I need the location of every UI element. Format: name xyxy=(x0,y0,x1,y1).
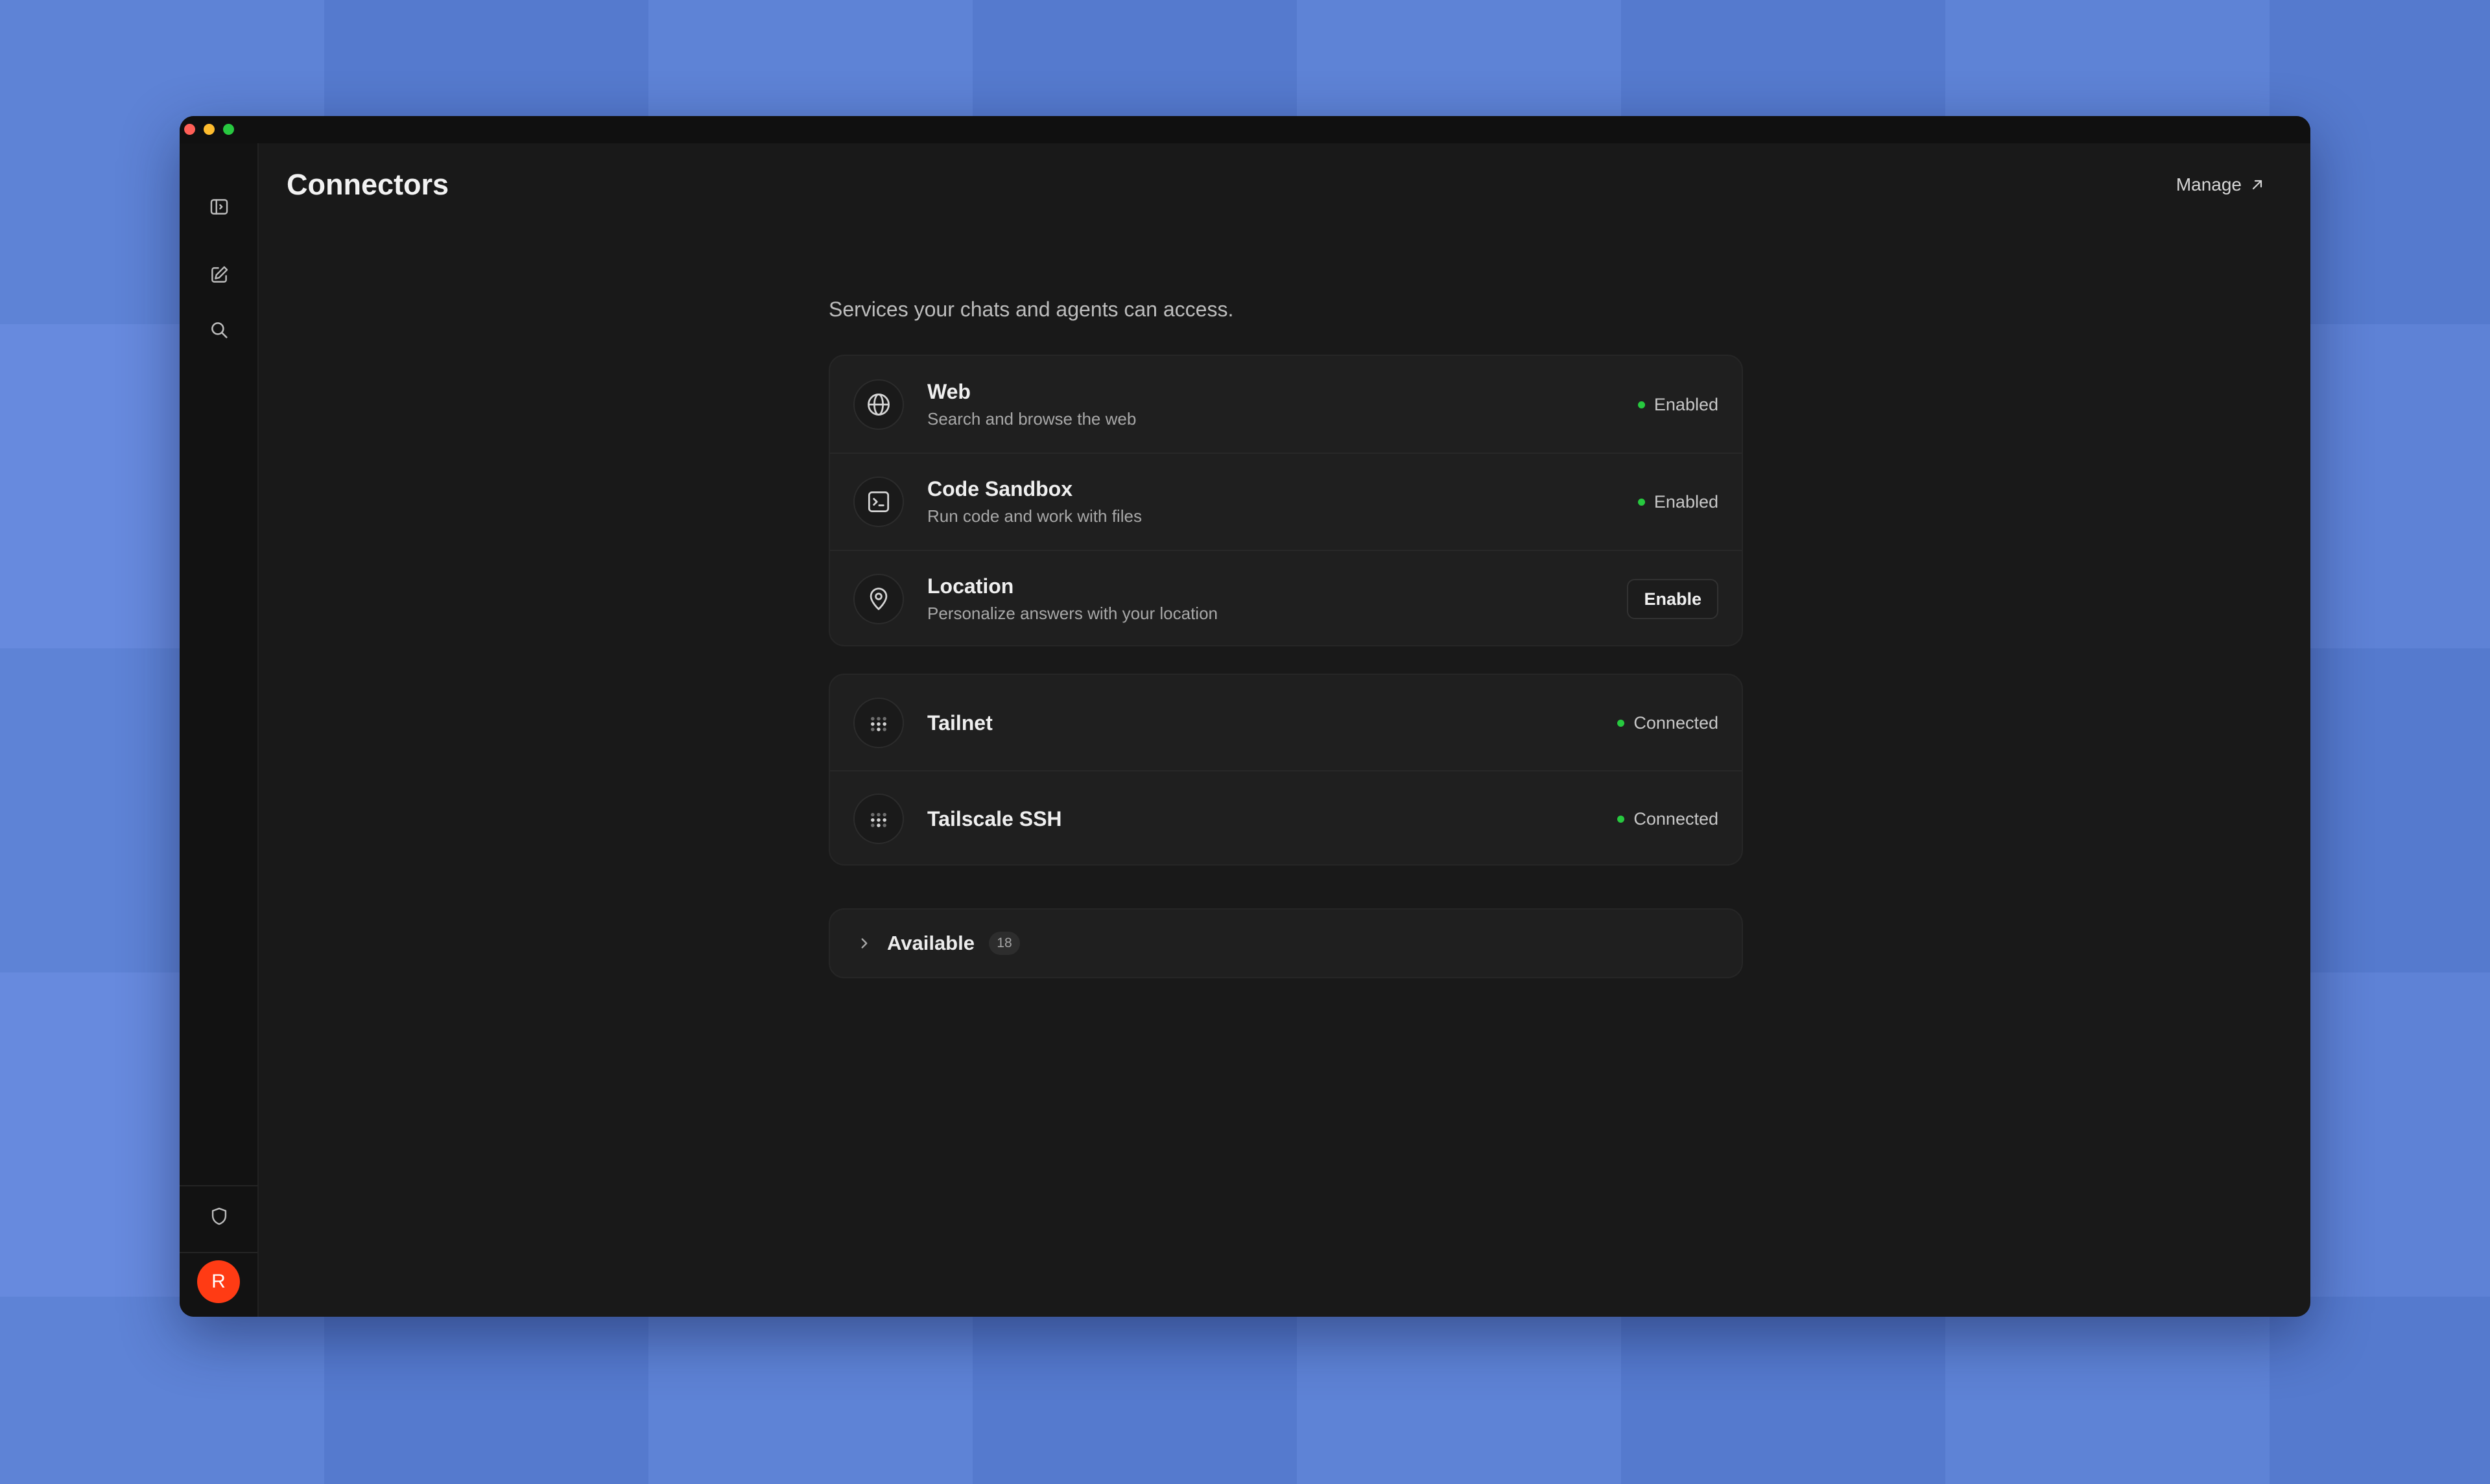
available-count-badge: 18 xyxy=(988,932,1020,955)
manage-link[interactable]: Manage xyxy=(2176,174,2265,195)
sidebar-icon xyxy=(210,199,228,215)
enable-location-button[interactable]: Enable xyxy=(1627,579,1718,619)
connector-icon-badge xyxy=(853,794,904,844)
sidebar-divider xyxy=(180,1252,257,1253)
connector-title: Web xyxy=(927,380,971,403)
status-label: Enabled xyxy=(1654,491,1718,512)
connector-title: Tailscale SSH xyxy=(927,807,1062,830)
search-icon xyxy=(211,322,228,338)
tailscale-icon xyxy=(871,716,886,731)
status-badge: Connected xyxy=(1617,809,1718,829)
connector-icon-badge xyxy=(853,379,904,430)
connector-title: Code Sandbox xyxy=(927,477,1073,501)
close-window-button[interactable] xyxy=(184,124,195,135)
status-badge: Enabled xyxy=(1637,491,1718,512)
status-dot xyxy=(1617,815,1625,823)
page-subtitle: Services your chats and agents can acces… xyxy=(829,298,1234,321)
title-bar xyxy=(180,116,2310,143)
status-label: Connected xyxy=(1633,808,1718,829)
search-button[interactable] xyxy=(201,312,237,348)
minimize-window-button[interactable] xyxy=(204,124,215,135)
connector-icon-badge xyxy=(853,574,904,624)
status-badge: Enabled xyxy=(1637,394,1718,415)
globe-icon xyxy=(868,394,890,416)
shield-icon xyxy=(211,1207,227,1225)
privacy-button[interactable] xyxy=(201,1198,237,1234)
terminal-icon xyxy=(868,491,890,513)
connector-row-code-sandbox[interactable]: Code Sandbox Run code and work with file… xyxy=(830,453,1742,550)
connector-description: Personalize answers with your location xyxy=(927,604,1218,623)
zoom-window-button[interactable] xyxy=(223,124,234,135)
status-dot xyxy=(1637,401,1645,408)
built-in-connectors-card: Web Search and browse the web Enabled Co… xyxy=(829,355,1743,646)
location-pin-icon xyxy=(870,587,888,610)
new-chat-button[interactable] xyxy=(201,257,237,293)
connector-icon-badge xyxy=(853,698,904,748)
arrow-up-right-icon xyxy=(2252,180,2262,190)
edit-icon xyxy=(211,266,228,283)
available-label: Available xyxy=(887,932,975,954)
manage-label: Manage xyxy=(2176,174,2242,194)
sidebar-divider xyxy=(180,1185,257,1186)
connector-row-tailscale-ssh[interactable]: Tailscale SSH Connected xyxy=(830,771,1742,864)
tailscale-icon xyxy=(871,812,886,827)
connector-row-web[interactable]: Web Search and browse the web Enabled xyxy=(830,356,1742,453)
connector-title: Tailnet xyxy=(927,711,993,735)
toggle-sidebar-button[interactable] xyxy=(201,189,237,225)
app-window: R Connectors Manage Services your chats … xyxy=(180,116,2310,1317)
available-toggle[interactable]: Available 18 xyxy=(856,910,1020,977)
connector-text: Code Sandbox Run code and work with file… xyxy=(927,476,1142,528)
available-connectors-card[interactable]: Available 18 xyxy=(829,908,1743,978)
status-dot xyxy=(1617,719,1625,727)
chevron-right-icon xyxy=(861,938,868,948)
connector-row-tailnet[interactable]: Tailnet Connected xyxy=(830,675,1742,771)
status-dot xyxy=(1637,498,1645,506)
connector-title: Location xyxy=(927,574,1014,598)
connector-text: Location Personalize answers with your l… xyxy=(927,573,1218,625)
connected-connectors-card: Tailnet Connected Tailscale SSH Connecte… xyxy=(829,674,1743,866)
page-title: Connectors xyxy=(287,168,449,201)
avatar[interactable]: R xyxy=(197,1260,240,1303)
connector-icon-badge xyxy=(853,477,904,527)
connector-text: Tailnet xyxy=(927,707,993,738)
status-badge: Connected xyxy=(1617,713,1718,733)
status-label: Enabled xyxy=(1654,394,1718,414)
connector-text: Web Search and browse the web xyxy=(927,379,1136,430)
status-label: Connected xyxy=(1633,713,1718,733)
connector-description: Run code and work with files xyxy=(927,506,1142,526)
connector-row-location[interactable]: Location Personalize answers with your l… xyxy=(830,550,1742,645)
connector-text: Tailscale SSH xyxy=(927,803,1062,834)
connector-description: Search and browse the web xyxy=(927,409,1137,429)
sidebar: R xyxy=(180,143,259,1317)
